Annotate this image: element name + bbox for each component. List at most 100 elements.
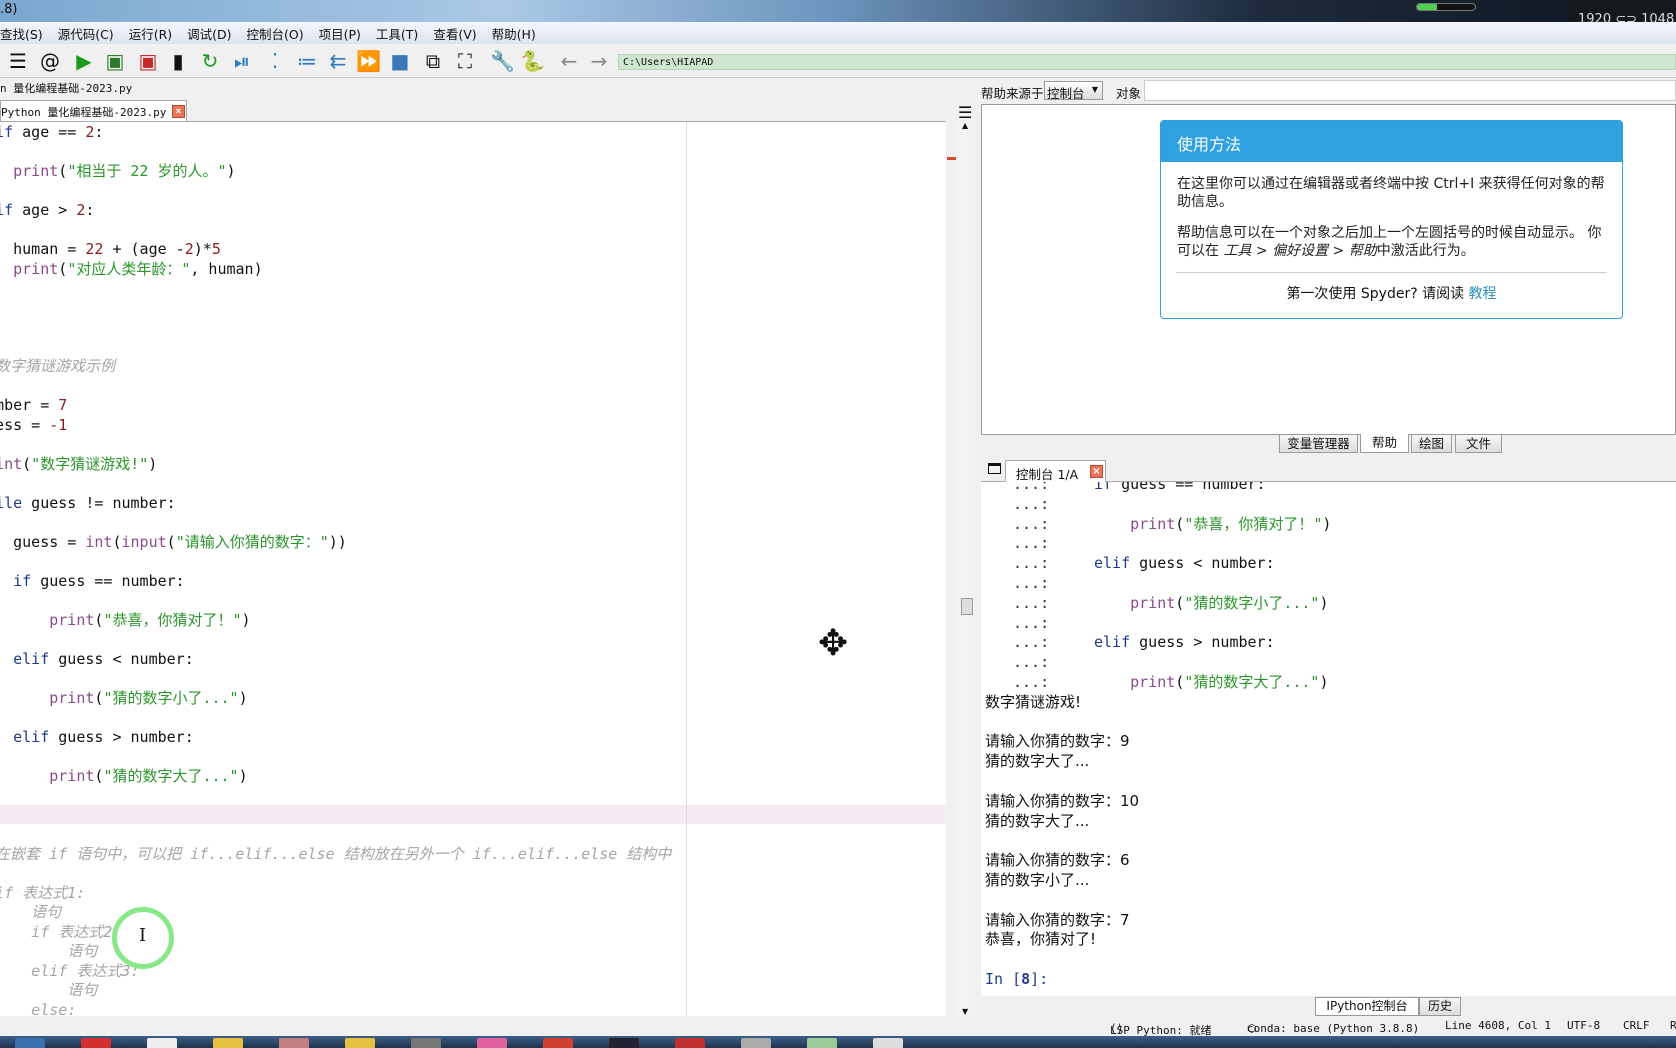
warning-marker[interactable]: [947, 157, 956, 160]
forward-arrow-icon[interactable]: →: [587, 50, 611, 72]
continue-icon[interactable]: ⏩: [356, 50, 381, 72]
preferences-wrench-icon[interactable]: 🔧: [490, 50, 515, 72]
code-token: ): [1319, 673, 1329, 691]
step-into-icon[interactable]: ≔: [295, 50, 319, 72]
taskbar-app-icon[interactable]: [147, 1038, 177, 1048]
pane-tab[interactable]: 变量管理器: [1279, 434, 1358, 453]
code-token: + (age -: [103, 240, 185, 258]
run-icon[interactable]: ▶: [72, 50, 96, 72]
code-token: "恭喜，你猜对了！": [1184, 514, 1323, 533]
code-token: (: [22, 454, 32, 473]
progress-fill: [1417, 4, 1438, 10]
taskbar-app-icon[interactable]: [675, 1038, 705, 1048]
menu-item[interactable]: 控制台(O): [247, 24, 304, 43]
taskbar-app-icon[interactable]: [345, 1038, 375, 1048]
taskbar-app-icon[interactable]: [543, 1038, 573, 1048]
help-source-select[interactable]: 控制台 ▼: [1044, 81, 1103, 101]
step-return-icon[interactable]: ⇇: [326, 50, 350, 72]
debug-icon[interactable]: ⏯: [230, 50, 254, 72]
step-icon[interactable]: ⁚: [263, 50, 287, 72]
fullscreen-icon[interactable]: ⛶: [453, 50, 477, 72]
code-token: )*: [193, 240, 212, 258]
taskbar-app-icon[interactable]: [213, 1038, 243, 1048]
console-window-icon[interactable]: [988, 463, 1001, 474]
pythonpath-icon[interactable]: 🐍: [520, 50, 545, 72]
in-prompt-text: In [8]:: [985, 970, 1048, 990]
code-token: ): [1322, 514, 1332, 533]
console-tab-bar: 控制台 1/A ×: [981, 458, 1676, 483]
pane-tab[interactable]: 帮助: [1360, 434, 1409, 453]
stop-icon[interactable]: ■: [388, 50, 412, 72]
code-line: print("恭喜，你猜对了！"): [0, 611, 250, 631]
object-input[interactable]: [1144, 80, 1676, 101]
code-editor[interactable]: elif age == 2: print("相当于 22 岁的人。")elif …: [0, 121, 946, 1016]
run-selection-icon[interactable]: ▮: [166, 50, 190, 72]
console-tab-label: 控制台 1/A: [1016, 467, 1079, 482]
console-tab[interactable]: 控制台 1/A ×: [1005, 460, 1106, 483]
console-output: 恭喜，你猜对了!: [985, 930, 1097, 949]
maximize-pane-icon[interactable]: ⧉: [421, 50, 445, 72]
scroll-up-icon[interactable]: ▲: [962, 121, 968, 130]
code-token: if: [1094, 482, 1113, 493]
working-directory-field[interactable]: C:\Users\HIAPAD: [618, 54, 1676, 70]
editor-scrollbar[interactable]: ▲ ▼: [958, 121, 975, 1016]
code-token: int: [85, 532, 113, 551]
close-console-icon[interactable]: ×: [1090, 465, 1103, 478]
code-token: else:: [31, 1000, 77, 1017]
code-token: 7: [58, 396, 68, 414]
editor-tab[interactable]: Python 量化编程基础-2023.py ×: [0, 100, 188, 121]
taskbar-app-icon[interactable]: [15, 1038, 45, 1048]
menu-item[interactable]: 工具(T): [376, 24, 418, 43]
rerun-icon[interactable]: ↻: [198, 50, 222, 72]
tutorial-link[interactable]: 教程: [1469, 286, 1497, 302]
taskbar-app-icon[interactable]: [873, 1038, 903, 1048]
run-cell-advance-icon[interactable]: ▣: [136, 50, 160, 72]
taskbar-app-icon[interactable]: [477, 1038, 507, 1048]
menu-item[interactable]: 查看(V): [433, 24, 476, 43]
taskbar-app-icon[interactable]: [807, 1038, 837, 1048]
taskbar-app-icon[interactable]: [279, 1038, 309, 1048]
code-token: human =: [13, 240, 77, 258]
menu-item[interactable]: 查找(S): [0, 24, 43, 43]
code-line: while guess != number:: [0, 494, 176, 514]
taskbar-app-icon[interactable]: [741, 1038, 771, 1048]
pane-tab[interactable]: 绘图: [1411, 434, 1452, 453]
taskbar-app-icon[interactable]: [609, 1038, 639, 1048]
code-token: guess < number:: [1130, 554, 1275, 573]
back-arrow-icon[interactable]: ←: [557, 50, 581, 72]
taskbar-app-icon[interactable]: [81, 1038, 111, 1048]
menu-item[interactable]: 帮助(H): [492, 24, 536, 43]
console-output: 请输入你猜的数字：6: [985, 851, 1130, 870]
status-bar: ⟨⟩ LSP Python: 就绪 ⬡ conda: base (Python 3.…: [0, 1016, 1676, 1037]
code-token: "相当于 22 岁的人。": [67, 162, 227, 180]
at-icon[interactable]: @: [38, 50, 62, 72]
console-pane-tab[interactable]: IPython控制台: [1315, 997, 1419, 1016]
code-token: ): [238, 688, 248, 707]
code-line: print("对应人类年龄：", human): [0, 260, 263, 280]
outline-icon[interactable]: ☰: [6, 50, 30, 72]
code-token: # 在嵌套 if 语句中，可以把 if...elif...else 结构放在另外…: [0, 844, 672, 863]
console-code: print("猜的数字大了..."): [1094, 673, 1329, 693]
ipython-console[interactable]: ...: if guess == number:...:...: print("恭…: [981, 482, 1676, 996]
code-token: (: [166, 532, 176, 551]
console-output: 猜的数字小了...: [985, 871, 1090, 889]
editor-scrollbar-thumb[interactable]: [961, 598, 973, 615]
pane-tab[interactable]: 文件: [1455, 434, 1502, 453]
console-pane-tab[interactable]: 历史: [1419, 997, 1461, 1016]
continuation-prompt: ...:: [1013, 482, 1050, 493]
menu-item[interactable]: 运行(R): [129, 24, 172, 43]
continuation-prompt: ...:: [1013, 554, 1050, 573]
close-tab-icon[interactable]: ×: [172, 105, 185, 118]
run-cell-icon[interactable]: ▣: [103, 50, 127, 72]
options-menu-icon[interactable]: ☰: [958, 103, 972, 122]
scroll-down-icon[interactable]: ▼: [962, 1007, 968, 1016]
code-token: print: [1130, 514, 1176, 533]
menu-item[interactable]: 项目(P): [319, 24, 361, 43]
code-token: ): [148, 454, 158, 473]
taskbar-app-icon[interactable]: [411, 1038, 441, 1048]
code-token: guess < number:: [49, 649, 194, 668]
menu-item[interactable]: 调试(D): [187, 24, 231, 43]
menu-item[interactable]: 源代码(C): [58, 24, 114, 43]
